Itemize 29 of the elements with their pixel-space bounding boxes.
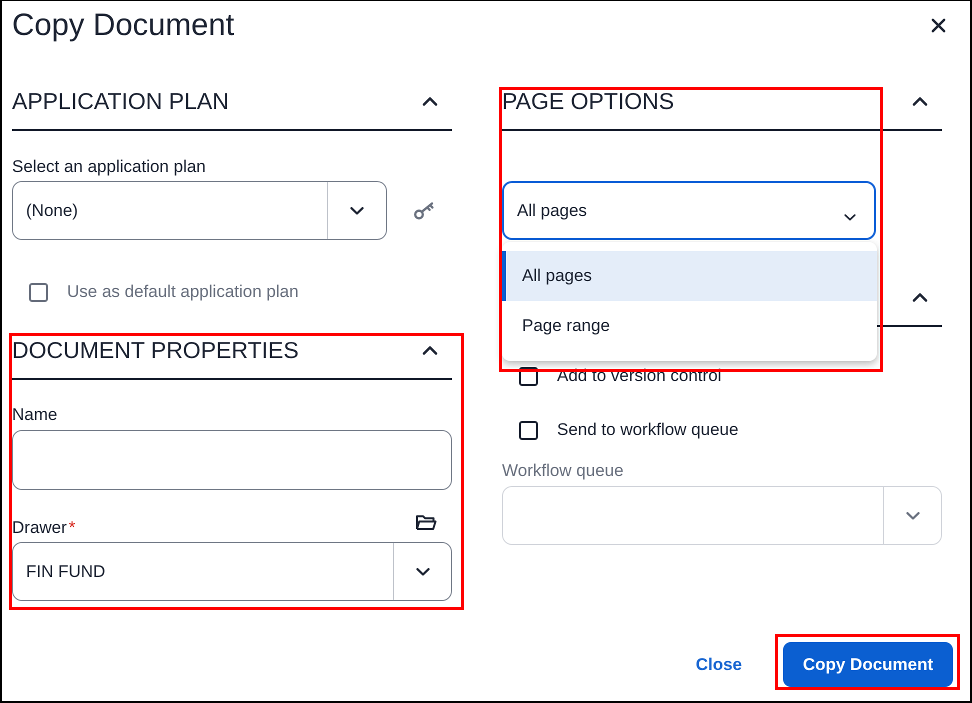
folder-icon[interactable] xyxy=(415,514,437,531)
plan-select[interactable]: (None) xyxy=(12,181,387,240)
name-input[interactable] xyxy=(12,430,452,490)
field-label: Select an application plan xyxy=(12,157,206,177)
key-icon[interactable] xyxy=(413,200,435,220)
field-label: Workflow queue xyxy=(502,461,624,481)
field-label: Name xyxy=(12,405,58,425)
chevron-up-icon[interactable] xyxy=(912,96,928,106)
chevron-down-icon[interactable] xyxy=(844,214,856,221)
action-link[interactable]: Close xyxy=(696,654,742,674)
chevron-up-icon[interactable] xyxy=(912,292,928,302)
chevron-up-icon[interactable] xyxy=(422,96,438,106)
primary-button[interactable]: Copy Document xyxy=(783,642,953,687)
section-title: PAGE OPTIONS xyxy=(502,87,674,116)
close-icon[interactable] xyxy=(931,18,946,32)
dropdown-option[interactable]: All pages xyxy=(502,251,877,301)
dropdown-option[interactable]: Page range xyxy=(502,301,877,351)
chevron-down-icon[interactable] xyxy=(416,568,430,576)
page-select[interactable]: All pages xyxy=(502,181,876,240)
dialog-title: Copy Document xyxy=(12,7,234,43)
checkbox[interactable] xyxy=(519,420,538,440)
checkbox-label: Send to workflow queue xyxy=(557,420,738,440)
chevron-down-icon[interactable] xyxy=(350,206,364,214)
chevron-up-icon[interactable] xyxy=(422,344,438,356)
drawer-select[interactable]: FIN FUND xyxy=(12,542,452,601)
checkbox-label: Use as default application plan xyxy=(67,282,299,302)
section-title: APPLICATION PLAN xyxy=(12,87,229,116)
field-label: Drawer* xyxy=(12,518,76,538)
section-title: DOCUMENT PROPERTIES xyxy=(12,336,299,365)
